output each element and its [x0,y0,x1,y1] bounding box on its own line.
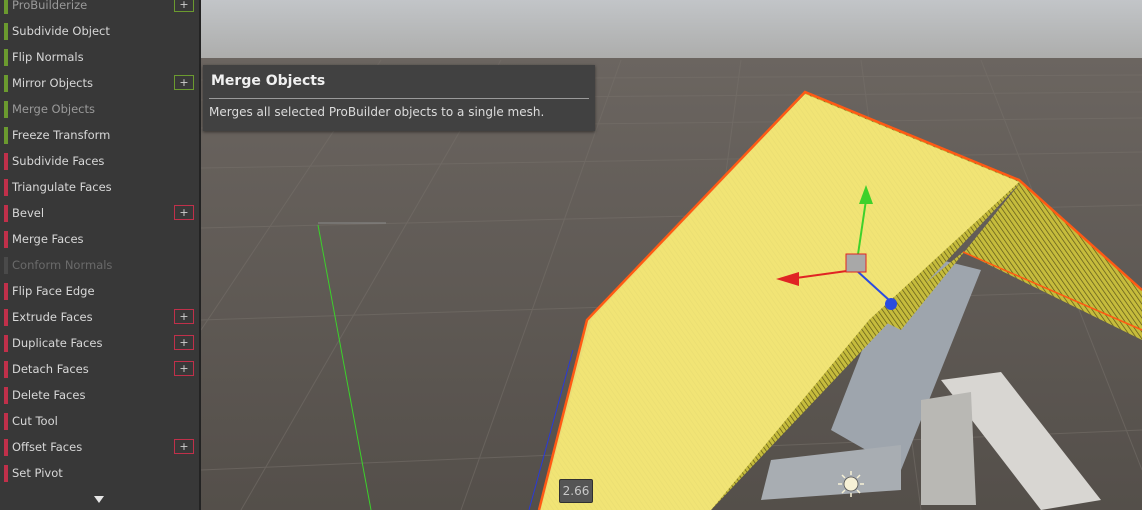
toolbar-item-label: ProBuilderize [12,0,88,12]
options-plus-icon[interactable]: + [174,439,194,454]
toolbar-item-label: Delete Faces [12,388,86,402]
toolbar-item-label: Flip Face Edge [12,284,95,298]
toolbar-item-set-pivot[interactable]: Set Pivot [0,461,199,487]
toolbar-item-extrude-faces[interactable]: Extrude Faces + [0,305,199,331]
toolbar-item-label: Bevel [12,206,45,220]
category-color-bar [4,309,8,326]
options-plus-icon[interactable]: + [174,0,194,12]
toolbar-item-label: Conform Normals [12,258,113,272]
category-color-bar [4,205,8,222]
toolbar-item-label: Flip Normals [12,50,84,64]
toolbar-item-cut-tool[interactable]: Cut Tool [0,409,199,435]
toolbar-item-label: Subdivide Faces [12,154,105,168]
toolbar-item-label: Extrude Faces [12,310,93,324]
toolbar-item-triangulate-faces[interactable]: Triangulate Faces [0,175,199,201]
toolbar-item-conform-normals: Conform Normals [0,253,199,279]
toolbar-item-label: Cut Tool [12,414,58,428]
options-plus-icon[interactable]: + [174,75,194,90]
size-readout: 2.66 [559,479,593,503]
category-color-bar [4,0,8,14]
category-color-bar [4,283,8,300]
toolbar-item-delete-faces[interactable]: Delete Faces [0,383,199,409]
toolbar-item-label: Duplicate Faces [12,336,103,350]
toolbar-item-flip-face-edge[interactable]: Flip Face Edge [0,279,199,305]
category-color-bar [4,23,8,40]
category-color-bar [4,231,8,248]
gizmo-center-handle [845,253,867,273]
toolbar-item-label: Subdivide Object [12,24,110,38]
options-plus-icon[interactable]: + [174,309,194,324]
toolbar-item-merge-faces[interactable]: Merge Faces [0,227,199,253]
tooltip-title: Merge Objects [211,73,326,89]
category-color-bar [4,439,8,456]
toolbar-item-duplicate-faces[interactable]: Duplicate Faces + [0,331,199,357]
sky [201,0,1142,68]
category-color-bar [4,361,8,378]
category-color-bar [4,49,8,66]
toolbar-item-offset-faces[interactable]: Offset Faces + [0,435,199,461]
toolbar-item-label: Offset Faces [12,440,83,454]
toolbar-item-label: Set Pivot [12,466,63,480]
category-color-bar [4,413,8,430]
category-color-bar [4,127,8,144]
options-plus-icon[interactable]: + [174,335,194,350]
toolbar-item-flip-normals[interactable]: Flip Normals [0,45,199,71]
category-color-bar [4,101,8,118]
tooltip-description: Merges all selected ProBuilder objects t… [209,105,545,119]
options-plus-icon[interactable]: + [174,361,194,376]
toolbar-item-bevel[interactable]: Bevel + [0,201,199,227]
toolbar-item-subdivide-faces[interactable]: Subdivide Faces [0,149,199,175]
category-color-bar [4,335,8,352]
category-color-bar [4,153,8,170]
gizmo-z-handle-icon [885,298,897,310]
probuilder-toolbar: ProBuilderize + Subdivide Object Flip Norma… [0,0,201,510]
toolbar-item-probuilderize[interactable]: ProBuilderize + [0,0,199,19]
toolbar-item-label: Freeze Transform [12,128,111,142]
toolbar-item-mirror-objects[interactable]: Mirror Objects + [0,71,199,97]
toolbar-item-label: Detach Faces [12,362,89,376]
toolbar-item-label: Mirror Objects [12,76,93,90]
toolbar-item-label: Merge Faces [12,232,84,246]
category-color-bar [4,465,8,482]
toolbar-item-detach-faces[interactable]: Detach Faces + [0,357,199,383]
toolbar-item-merge-objects[interactable]: Merge Objects [0,97,199,123]
tooltip-divider [209,98,589,99]
options-plus-icon[interactable]: + [174,205,194,220]
category-color-bar [4,257,8,274]
scroll-down-arrow-icon[interactable] [94,496,104,503]
toolbar-item-freeze-transform[interactable]: Freeze Transform [0,123,199,149]
toolbar-item-label: Merge Objects [12,102,95,116]
toolbar-item-subdivide-object[interactable]: Subdivide Object [0,19,199,45]
category-color-bar [4,179,8,196]
category-color-bar [4,387,8,404]
category-color-bar [4,75,8,92]
tooltip: Merge Objects Merges all selected ProBui… [203,65,595,131]
toolbar-item-label: Triangulate Faces [12,180,112,194]
